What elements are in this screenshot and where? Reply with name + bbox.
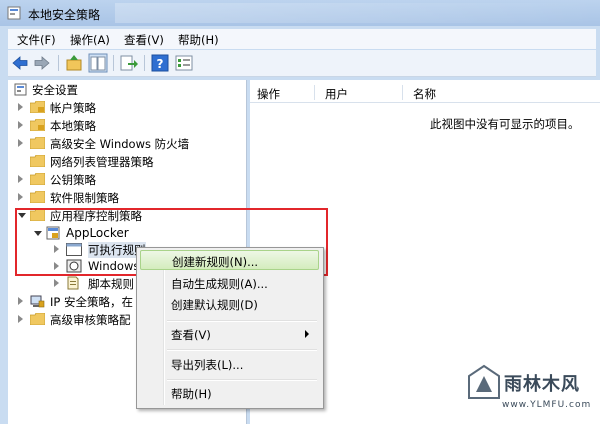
export-icon[interactable] [119,53,139,73]
back-icon[interactable] [10,53,30,73]
menu-auto-generate-rules[interactable]: 自动生成规则(A)... [140,273,319,293]
help-icon[interactable]: ? [150,53,170,73]
tree-label: 高级安全 Windows 防火墙 [50,137,190,151]
submenu-arrow-icon [305,330,309,338]
column-header-user[interactable]: 用户 [325,86,348,102]
column-header-name[interactable]: 名称 [413,86,436,102]
folder-icon [30,191,45,203]
title-bar: 本地安全策略 [0,0,600,26]
menu-item-label: 帮助(H) [171,387,212,401]
expand-arrow-icon[interactable] [54,279,59,287]
forward-icon[interactable] [32,53,52,73]
menu-item-label: 创建新规则(N)... [172,255,259,269]
folder-icon [30,137,45,149]
menu-item-label: 导出列表(L)... [171,358,244,372]
menu-help[interactable]: 帮助(H) [178,32,219,48]
tree-label: 帐户策略 [50,101,96,115]
folder-lock-icon [30,119,45,131]
menu-action[interactable]: 操作(A) [70,32,110,48]
properties-icon[interactable] [174,53,194,73]
tree-label: 脚本规则 [88,277,134,291]
tree-label: 安全设置 [32,83,78,97]
context-menu: 创建新规则(N)... 自动生成规则(A)... 创建默认规则(D) 查看(V)… [136,247,324,409]
expand-arrow-icon[interactable] [18,103,23,111]
expand-arrow-icon[interactable] [18,175,23,183]
folder-icon [30,155,45,167]
window-title: 本地安全策略 [28,8,101,22]
expand-arrow-icon[interactable] [18,139,23,147]
folder-icon [30,313,45,325]
empty-list-message: 此视图中没有可显示的项目。 [430,117,580,131]
security-policy-app-icon [7,6,21,20]
folder-icon [30,173,45,185]
watermark-url: www.YLMFU.com [502,400,592,410]
menu-help[interactable]: 帮助(H) [140,383,319,403]
expand-arrow-icon[interactable] [18,193,23,201]
tree-label: 高级审核策略配 [50,313,131,327]
menu-view[interactable]: 查看(V) [124,32,164,48]
security-settings-icon [14,83,27,96]
list-header: 操作 用户 名称 [250,83,600,103]
menu-file[interactable]: 文件(F) [17,32,56,48]
svg-text:?: ? [157,57,164,71]
tree-label: 公钥策略 [50,173,96,187]
tree-label: IP 安全策略，在 [50,295,133,309]
menu-create-default-rules[interactable]: 创建默认规则(D) [140,294,319,314]
tree-label: 软件限制策略 [50,191,119,205]
watermark: 雨林木风 www.YLMFU.com [462,360,600,424]
ip-security-icon [30,295,45,308]
tree-label: 本地策略 [50,119,96,133]
folder-lock-icon [30,101,45,113]
menu-export-list[interactable]: 导出列表(L)... [140,354,319,374]
watermark-text: 雨林木风 [504,374,580,395]
local-security-policy-window: 本地安全策略 文件(F) 操作(A) 查看(V) 帮助(H) ? 安全设置 帐户… [0,0,600,424]
tree-label: 网络列表管理器策略 [50,155,154,169]
menu-create-new-rule[interactable]: 创建新规则(N)... [140,250,319,270]
menu-item-label: 查看(V) [171,328,211,342]
script-rules-icon [67,276,79,290]
menu-item-label: 创建默认规则(D) [171,298,258,312]
expand-arrow-icon[interactable] [18,297,23,305]
menu-item-label: 自动生成规则(A)... [171,277,268,291]
watermark-logo-icon [468,364,500,399]
show-hide-tree-icon[interactable] [88,53,108,73]
expand-arrow-icon[interactable] [18,315,23,323]
expand-arrow-icon[interactable] [18,121,23,129]
column-header-action[interactable]: 操作 [257,86,280,102]
menu-bar: 文件(F) 操作(A) 查看(V) 帮助(H) [8,29,596,49]
menu-view-submenu[interactable]: 查看(V) [140,324,319,344]
toolbar: ? [8,50,596,77]
up-icon[interactable] [64,53,84,73]
